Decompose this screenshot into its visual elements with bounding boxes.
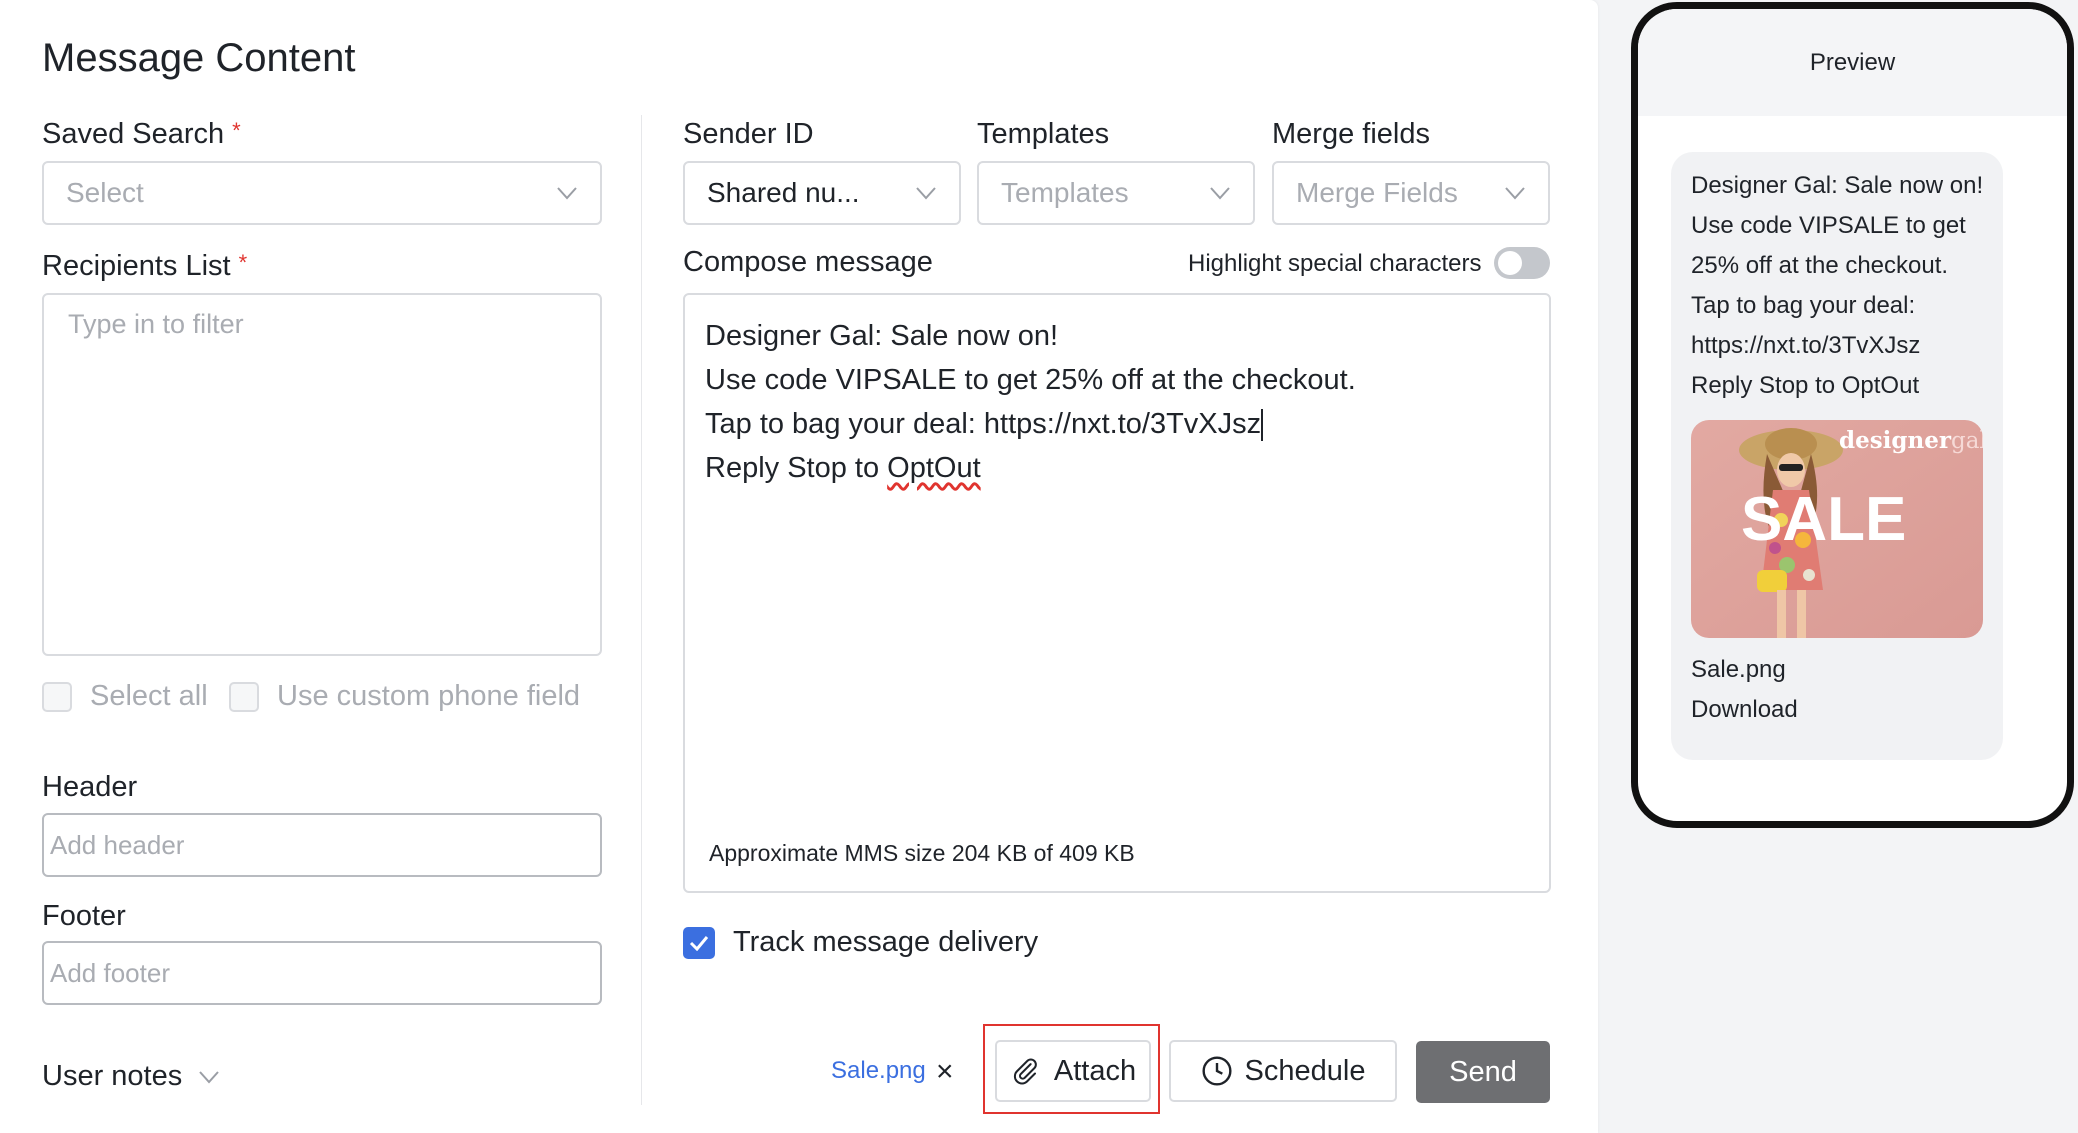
remove-attachment-icon[interactable]: × [936,1055,954,1089]
text-caret [1261,409,1264,442]
custom-phone-checkbox[interactable]: Use custom phone field [229,680,580,713]
preview-title: Preview [1809,48,1896,76]
column-divider [641,115,642,1105]
preview-line: Tap to bag your deal: [1691,292,1916,319]
chevron-down-icon [1505,187,1525,200]
preview-line: 25% off at the checkout. [1691,252,1949,279]
chevron-down-icon [199,1070,219,1083]
preview-line: Designer Gal: Sale now on! [1691,172,1984,199]
clock-icon [1201,1056,1232,1086]
templates-select[interactable]: Templates [977,161,1255,225]
misspelled-word: OptOut [887,452,981,484]
saved-search-label-text: Saved Search [42,118,225,150]
chevron-down-icon [916,187,936,200]
sender-id-value: Shared nu... [707,177,860,208]
required-marker: * [232,118,241,143]
compose-message-label: Compose message [683,246,933,278]
page-title: Message Content [42,36,356,80]
header-input[interactable]: Add header [42,813,602,877]
select-all-checkbox[interactable]: Select all [42,680,208,713]
preview-header: Preview [1638,9,2067,116]
track-delivery-label: Track message delivery [733,926,1039,958]
preview-download-link[interactable]: Download [1691,690,1983,730]
recipients-list-label-text: Recipients List [42,250,231,282]
merge-fields-select[interactable]: Merge Fields [1272,161,1550,225]
header-label: Header [42,771,138,803]
saved-search-placeholder: Select [66,177,144,208]
sender-id-label: Sender ID [683,118,814,150]
chevron-down-icon [557,187,577,200]
highlight-special-label: Highlight special characters [1188,250,1482,277]
highlight-special-toggle[interactable] [1494,247,1550,279]
preview-file-name: Sale.png [1691,656,1786,683]
sale-text: SALE [1741,485,1906,554]
preview-line: https://nxt.to/3TvXJsz [1691,332,1921,359]
recipients-list-input[interactable]: Type in to filter [42,293,602,656]
message-line: Reply Stop to OptOut [705,446,1356,490]
brand-text: designergal [1839,427,1983,454]
message-line-text: Tap to bag your deal: https://nxt.to/3Tv… [705,408,1262,440]
custom-phone-label: Use custom phone field [277,680,581,712]
checkmark-icon [689,935,709,951]
templates-label: Templates [977,118,1110,150]
message-line: Use code VIPSALE to get 25% off at the c… [705,364,1356,396]
recipients-list-label: Recipients List * [42,250,247,283]
saved-search-select[interactable]: Select [42,161,602,225]
schedule-label: Schedule [1244,1054,1366,1087]
message-line: Designer Gal: Sale now on! [705,320,1059,352]
message-line-text: Reply Stop to [705,452,888,484]
templates-placeholder: Templates [1001,177,1129,208]
attach-highlight-box [983,1024,1160,1114]
preview-message-text: Designer Gal: Sale now on! Use code VIPS… [1691,166,1983,406]
saved-search-label: Saved Search * [42,118,241,151]
checkbox-box[interactable] [42,681,72,712]
preview-line: Reply Stop to OptOut [1691,372,1920,399]
user-notes-toggle[interactable]: User notes [42,1060,220,1093]
user-notes-label: User notes [42,1060,183,1092]
footer-input[interactable]: Add footer [42,941,602,1005]
send-button[interactable]: Send [1416,1041,1550,1103]
message-bubble: Designer Gal: Sale now on! Use code VIPS… [1671,152,2003,760]
attached-file-link[interactable]: Sale.png [831,1057,926,1085]
message-line: Tap to bag your deal: https://nxt.to/3Tv… [705,402,1356,446]
sender-id-select[interactable]: Shared nu... [683,161,961,225]
mms-size-text: Approximate MMS size 204 KB of 409 KB [709,840,1135,866]
footer-placeholder: Add footer [50,957,170,988]
required-marker: * [238,250,248,275]
toggle-knob [1498,251,1522,275]
merge-fields-placeholder: Merge Fields [1296,177,1458,208]
footer-label: Footer [42,900,126,932]
preview-line: Use code VIPSALE to get [1691,212,1966,239]
select-all-label: Select all [90,680,208,712]
checkbox-box[interactable] [229,681,259,712]
sale-image: designergal SALE [1691,420,1983,638]
merge-fields-label: Merge fields [1272,118,1430,150]
recipients-placeholder: Type in to filter [68,309,244,339]
schedule-button[interactable]: Schedule [1169,1040,1397,1102]
preview-file-info: Sale.png Download [1691,650,1983,730]
message-content-card: Message Content Saved Search * Select Rec… [0,0,1598,1133]
chevron-down-icon [1210,187,1230,200]
phone-preview: Preview Designer Gal: Sale now on! Use c… [1631,2,2074,828]
checkbox-checked[interactable] [683,926,715,959]
header-placeholder: Add header [50,829,185,860]
sale-image-graphic: designergal SALE [1691,420,1983,638]
send-label: Send [1449,1055,1517,1088]
track-delivery-checkbox[interactable]: Track message delivery [683,926,1038,959]
compose-message-text: Designer Gal: Sale now on! Use code VIPS… [705,314,1356,490]
